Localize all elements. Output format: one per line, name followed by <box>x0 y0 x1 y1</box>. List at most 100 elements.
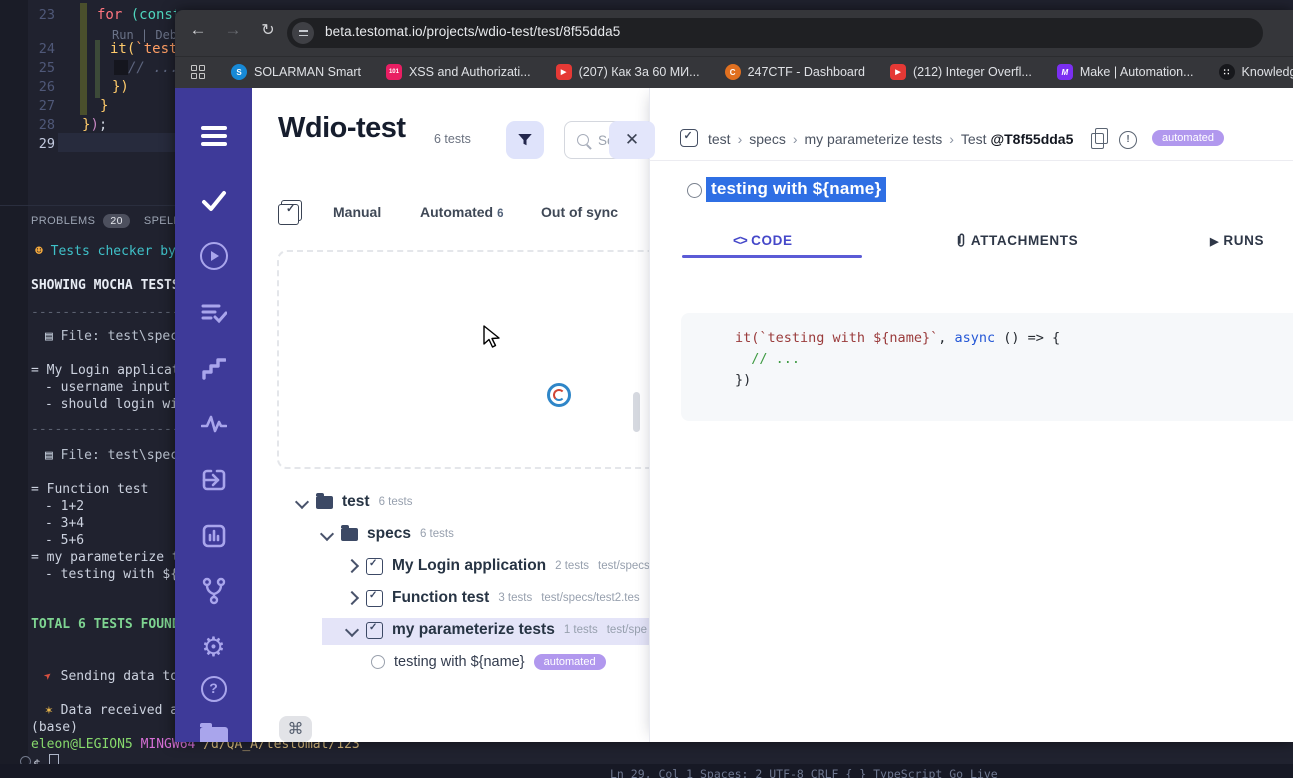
tab-problems[interactable]: PROBLEMS <box>31 215 95 227</box>
tree-row-specs[interactable]: specs 6 tests <box>319 524 454 543</box>
drop-zone <box>277 250 661 469</box>
analytics-chart-icon[interactable] <box>175 521 252 551</box>
back-icon[interactable]: ← <box>185 20 211 40</box>
terminal-line: ▤ File: test\specs <box>45 329 186 344</box>
tree-row-suite-selected[interactable]: my parameterize tests 1 tests test/spe <box>344 621 647 639</box>
test-plans-icon[interactable] <box>175 298 252 328</box>
terminal-line: - testing with ${n <box>45 567 186 582</box>
divider <box>650 160 1293 161</box>
steps-icon[interactable] <box>175 354 252 384</box>
terminal-line: - should login wit <box>45 397 186 412</box>
bulk-select-icon[interactable] <box>278 200 302 225</box>
youtube-favicon: ▶ <box>890 64 906 80</box>
screen: 23 24 25 26 27 28 29 for (const Run | De… <box>0 0 1293 778</box>
code-brackets-icon: <> <box>733 233 748 248</box>
line-number: 27 <box>38 98 55 114</box>
chevron-right-icon[interactable] <box>344 558 360 574</box>
history-sync-icon[interactable]: ! <box>1119 131 1137 149</box>
tests-check-icon[interactable] <box>175 186 252 216</box>
tab-code[interactable]: <> CODE <box>733 233 793 248</box>
chevron-right-icon[interactable] <box>344 590 360 606</box>
terminal-line: ☻ Tests checker by <box>35 244 176 259</box>
vscode-panel: PROBLEMS 20 SPELL C ☻ Tests checker by SHO… <box>0 205 360 773</box>
git-gutter-bar-inner <box>95 40 100 98</box>
import-icon[interactable] <box>175 465 252 495</box>
xss-favicon: 101 <box>385 64 402 80</box>
test-detail-panel: test›specs›my parameterize tests›Test @T… <box>649 88 1293 742</box>
close-panel-button[interactable]: ✕ <box>609 121 655 159</box>
chevron-down-icon[interactable] <box>294 494 310 510</box>
terminal-line: SHOWING MOCHA TESTS <box>31 278 180 293</box>
settings-gear-icon[interactable]: ⚙ <box>175 632 252 662</box>
apps-grid-icon[interactable] <box>191 65 205 79</box>
app-sidebar: ⚙ ? <box>175 88 252 742</box>
code-line-26: }) <box>112 79 129 95</box>
tree-row-suite[interactable]: Function test 3 tests test/specs/test2.t… <box>344 589 640 607</box>
terminal-line: - 3+4 <box>45 516 85 531</box>
bookmark-247ctf[interactable]: C 247CTF - Dashboard <box>724 64 865 80</box>
ctf-favicon: C <box>724 64 741 80</box>
testomat-page: ⚙ ? Wdio-test 6 tests Se ✕ Manual Automa… <box>175 88 1293 742</box>
reload-icon[interactable]: ↻ <box>255 20 281 40</box>
terminal-line: - username input s <box>45 380 186 395</box>
test-circle-icon <box>371 655 385 669</box>
line-number: 25 <box>38 60 55 76</box>
url-bar[interactable]: beta.testomat.io/projects/wdio-test/test… <box>287 18 1263 48</box>
code-line: it(`testing with ${name}`, async () => { <box>735 330 1061 346</box>
bookmark-solarman[interactable]: S SOLARMAN Smart <box>231 64 361 80</box>
rocket-emoji-icon: ➤ <box>41 668 57 685</box>
command-palette-button[interactable]: ⌘ <box>279 716 312 742</box>
test-id: @T8f55dda5 <box>990 131 1074 147</box>
tree-row-suite[interactable]: My Login application 2 tests test/specs <box>344 557 650 575</box>
code-snippet-card: it(`testing with ${name}`, async () => {… <box>681 313 1293 421</box>
mouse-cursor <box>482 325 502 354</box>
vscode-statusbar[interactable]: Ln 29, Col 1 Spaces: 2 UTF-8 CRLF { } Ty… <box>0 764 1293 778</box>
tree-row-test[interactable]: test 6 tests <box>294 492 412 511</box>
projects-folder-icon[interactable] <box>175 723 252 742</box>
terminal-line: - 1+2 <box>45 499 85 514</box>
bookmark-youtube-1[interactable]: ▶ (207) Как За 60 МИ... <box>555 64 700 80</box>
terminal-line: (base) <box>31 720 78 735</box>
terminal-line: ➤ Sending data to <box>41 668 179 685</box>
panel-tabs: PROBLEMS 20 SPELL C <box>31 214 191 228</box>
tab-runs[interactable]: ▶ RUNS <box>1210 233 1264 248</box>
test-circle-icon <box>687 183 702 198</box>
list-scrollbar-thumb[interactable] <box>633 392 640 432</box>
bookmark-make[interactable]: M Make | Automation... <box>1056 64 1194 80</box>
tab-manual[interactable]: Manual <box>333 204 381 220</box>
chevron-down-icon[interactable] <box>344 622 360 638</box>
search-icon <box>577 134 589 146</box>
copy-icon[interactable] <box>1091 128 1108 149</box>
help-icon[interactable]: ? <box>175 674 252 704</box>
breadcrumb[interactable]: test › specs › my parameterize tests › Test @T… <box>708 131 1073 147</box>
browser-toolbar: ← → ↻ beta.testomat.io/projects/wdio-tes… <box>175 10 1293 57</box>
bookmark-knowledge[interactable]: ∷Knowledge assistan... <box>1218 64 1293 80</box>
spec-file-icon <box>366 589 383 607</box>
runs-play-icon[interactable] <box>175 241 252 271</box>
automated-badge: automated <box>1152 130 1224 146</box>
chevron-down-icon[interactable] <box>319 526 335 542</box>
current-line-highlight <box>58 133 176 152</box>
tree-row-test-case[interactable]: testing with ${name} automated <box>371 654 606 670</box>
vscode-editor[interactable]: 23 24 25 26 27 28 29 for (const Run | De… <box>0 0 176 205</box>
branches-icon[interactable] <box>175 576 252 606</box>
filter-button[interactable] <box>506 121 544 159</box>
bookmark-youtube-2[interactable]: ▶ (212) Integer Overfl... <box>890 64 1032 80</box>
tab-attachments[interactable]: ATTACHMENTS <box>955 233 1078 248</box>
forward-icon[interactable]: → <box>220 20 246 40</box>
line-number: 26 <box>38 79 55 95</box>
tab-automated[interactable]: Automated 6 <box>420 204 504 220</box>
activity-pulse-icon[interactable] <box>175 409 252 439</box>
bookmarks-bar: S SOLARMAN Smart 101 XSS and Authorizati..… <box>175 56 1293 89</box>
site-info-icon[interactable] <box>292 22 314 44</box>
bookmark-xss[interactable]: 101 XSS and Authorizati... <box>385 64 531 80</box>
tab-out-of-sync[interactable]: Out of sync <box>541 204 618 220</box>
project-title: Wdio-test <box>278 112 406 144</box>
code-line-28: }); <box>82 117 108 133</box>
menu-icon[interactable] <box>175 122 252 150</box>
code-line-27: } <box>100 98 109 114</box>
terminal-total-line: TOTAL 6 TESTS FOUND <box>31 617 180 632</box>
youtube-favicon: ▶ <box>555 64 572 80</box>
test-title-selected[interactable]: testing with ${name} <box>706 177 887 202</box>
knowledge-favicon: ∷ <box>1218 64 1235 80</box>
